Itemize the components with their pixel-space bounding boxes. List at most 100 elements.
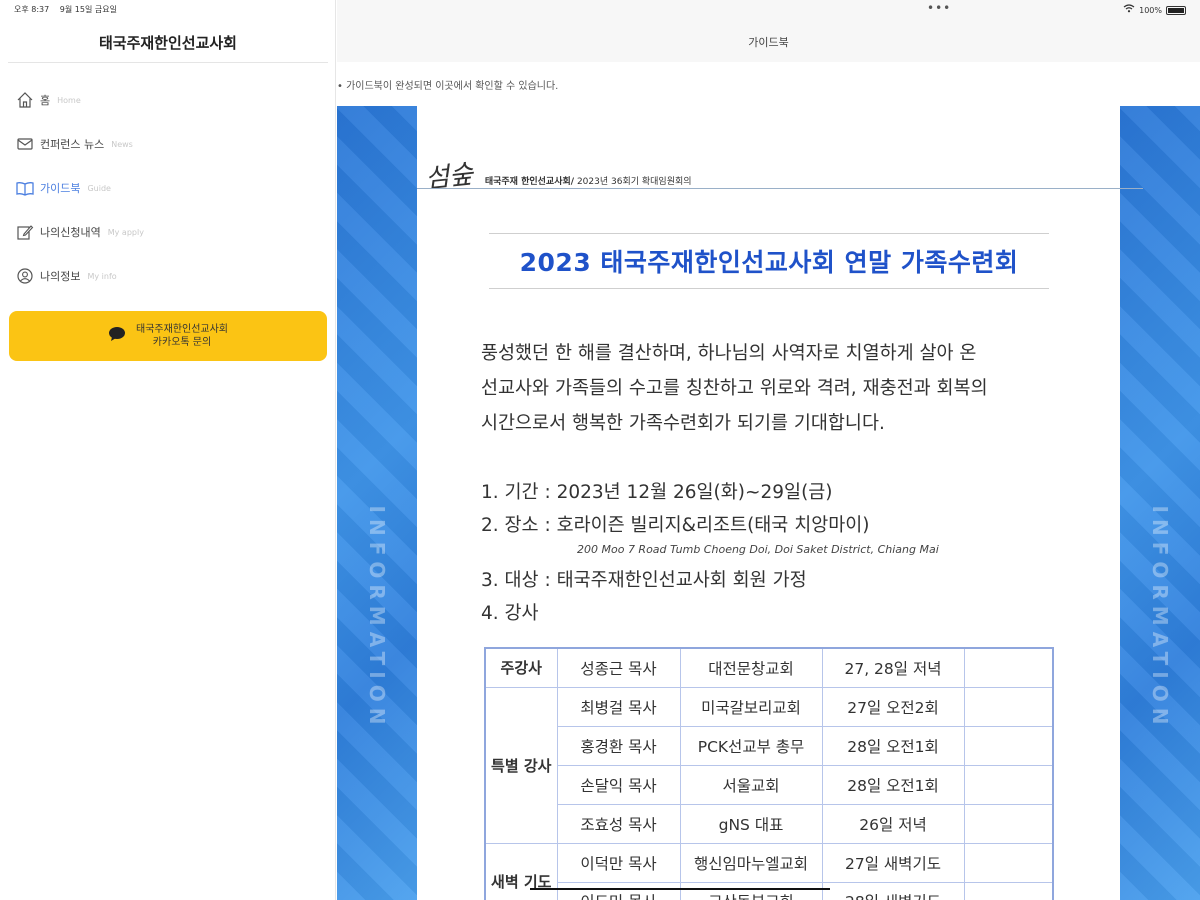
empty-cell <box>963 764 1054 805</box>
empty-cell <box>963 881 1054 900</box>
speaker-time: 27일 새벽기도 <box>821 842 965 883</box>
sidebar-item-label: 나의정보 <box>40 270 81 283</box>
speaker-name: 이도민 목사 <box>556 881 681 900</box>
wifi-icon <box>1123 4 1135 16</box>
speaker-name: 조효성 목사 <box>556 803 681 844</box>
intro-line: 시간으로서 행복한 가족수련회가 되기를 기대합니다. <box>481 413 885 434</box>
battery-percent: 100% <box>1139 5 1162 15</box>
header-divider <box>417 188 1143 189</box>
info-speakers: 4. 강사 <box>481 603 539 624</box>
info-target: 3. 대상 : 태국주재한인선교사회 회원 가정 <box>481 570 807 591</box>
speaker-name: 홍경환 목사 <box>556 725 681 766</box>
sidebar-item-sublabel: My info <box>87 271 117 281</box>
table-row: 홍경환 목사 PCK선교부 총무 28일 오전1회 <box>485 725 1054 766</box>
org-name: 태국주재 한인선교사회/ <box>484 177 575 187</box>
table-row: 새벽 기도 이덕만 목사 행신임마누엘교회 27일 새벽기도 <box>484 842 1054 900</box>
status-bar-left: 오후 8:37 9월 15일 금요일 <box>14 4 125 15</box>
speaker-church: 교산동부교회 <box>679 881 823 900</box>
intro-line: 선교사와 가족들의 수고를 칭찬하고 위로와 격려, 재충전과 회복의 <box>481 378 988 399</box>
side-information-text: INFORMATION <box>365 505 389 731</box>
speaker-name: 손달익 목사 <box>556 764 681 805</box>
home-icon <box>14 89 36 111</box>
speaker-name: 성종근 목사 <box>556 647 681 688</box>
speaker-table: 주강사 성종근 목사 대전문창교회 27, 28일 저녁 특별 강사 최병걸 목… <box>484 647 1054 900</box>
speaker-church: 대전문창교회 <box>679 647 823 688</box>
sidebar-item-label: 가이드북 <box>40 182 81 195</box>
sidebar: 오후 8:37 9월 15일 금요일 태국주재한인선교사회 홈 Home 컨퍼런… <box>0 0 336 900</box>
user-icon <box>14 265 36 287</box>
empty-cell <box>963 842 1054 883</box>
right-decor-band: INFORMATION <box>1120 106 1200 900</box>
sidebar-item-news[interactable]: 컨퍼런스 뉴스 News <box>14 122 324 166</box>
speaker-time: 26일 저녁 <box>821 803 965 844</box>
empty-cell <box>963 686 1054 727</box>
info-period: 1. 기간 : 2023년 12월 26일(화)~29일(금) <box>481 482 833 503</box>
status-bar-right: 100% <box>1123 4 1186 16</box>
speaker-church: gNS 대표 <box>679 803 823 844</box>
app-window: 오후 8:37 9월 15일 금요일 태국주재한인선교사회 홈 Home 컨퍼런… <box>0 0 1200 900</box>
speaker-name: 이덕만 목사 <box>556 842 681 883</box>
band-pattern <box>1120 106 1200 900</box>
category-special: 특별 강사 <box>484 686 558 844</box>
status-date: 9월 15일 금요일 <box>59 5 117 14</box>
sidebar-item-sublabel: My apply <box>107 227 144 237</box>
mail-icon <box>14 133 36 155</box>
guide-notice: • 가이드북이 완성되면 이곳에서 확인할 수 있습니다. <box>337 81 559 92</box>
chat-bubble-icon <box>108 326 126 346</box>
left-decor-band: INFORMATION <box>337 106 417 900</box>
battery-icon <box>1166 5 1186 15</box>
speaker-time: 27, 28일 저녁 <box>821 647 965 688</box>
table-row: 조효성 목사 gNS 대표 26일 저녁 <box>485 803 1054 844</box>
band-pattern <box>337 106 417 900</box>
category-main: 주강사 <box>484 647 558 688</box>
table-row: 주강사 성종근 목사 대전문창교회 27, 28일 저녁 <box>484 647 1054 688</box>
kakao-line2: 카카오톡 문의 <box>152 337 212 348</box>
sidebar-item-guide[interactable]: 가이드북 Guide <box>14 166 324 210</box>
brand-logo: 섬숲 <box>423 159 475 195</box>
main-content: ••• 100% 가이드북 • 가이드북이 완성되면 이곳에서 확인할 수 있습… <box>337 0 1200 900</box>
speaker-time: 28일 오전1회 <box>821 725 965 766</box>
guide-page: 섬숲 태국주재 한인선교사회/ 2023년 36회기 확대임원회의 2023 태… <box>417 106 1143 900</box>
guide-intro: 풍성했던 한 해를 결산하며, 하나님의 사역자로 치열하게 살아 온 선교사와… <box>481 336 1061 441</box>
speaker-time: 28일 새벽기도 <box>821 881 965 900</box>
sidebar-item-label: 컨퍼런스 뉴스 <box>40 138 105 151</box>
category-dawn: 새벽 기도 <box>484 842 558 900</box>
speaker-church: PCK선교부 총무 <box>679 725 823 766</box>
sidebar-item-my-info[interactable]: 나의정보 My info <box>14 254 324 298</box>
guide-title-box: 2023 태국주재한인선교사회 연말 가족수련회 <box>489 233 1049 289</box>
speaker-church: 미국갈보리교회 <box>679 686 823 727</box>
empty-cell <box>963 803 1054 844</box>
sidebar-nav: 홈 Home 컨퍼런스 뉴스 News 가이드북 Guide 나의신청내역 My… <box>14 78 324 298</box>
intro-line: 풍성했던 한 해를 결산하며, 하나님의 사역자로 치열하게 살아 온 <box>481 343 977 364</box>
status-time: 오후 8:37 <box>14 5 50 14</box>
guide-org-line: 태국주재 한인선교사회/ 2023년 36회기 확대임원회의 <box>485 174 692 187</box>
kakao-button-label: 태국주재한인선교사회 카카오톡 문의 <box>136 323 228 349</box>
speaker-church: 행신임마누엘교회 <box>679 842 823 883</box>
scroll-indicator-line <box>530 888 830 890</box>
top-bar: ••• 100% 가이드북 <box>337 0 1200 62</box>
sidebar-item-my-apply[interactable]: 나의신청내역 My apply <box>14 210 324 254</box>
book-icon <box>14 177 36 199</box>
empty-cell <box>963 647 1054 688</box>
sidebar-divider <box>8 62 328 63</box>
speaker-time: 28일 오전1회 <box>821 764 965 805</box>
speaker-time: 27일 오전2회 <box>821 686 965 727</box>
speaker-name: 최병걸 목사 <box>556 686 681 727</box>
org-meeting: 2023년 36회기 확대임원회의 <box>576 177 692 187</box>
sidebar-title: 태국주재한인선교사회 <box>98 34 237 52</box>
speaker-church: 서울교회 <box>679 764 823 805</box>
guide-title: 2023 태국주재한인선교사회 연말 가족수련회 <box>519 248 1019 277</box>
info-address: 200 Moo 7 Road Tumb Choeng Doi, Doi Sake… <box>577 543 939 556</box>
sidebar-item-sublabel: Home <box>57 95 81 105</box>
sidebar-item-sublabel: Guide <box>87 183 111 193</box>
guidebook-image: INFORMATION INFORMATION 섬숲 태국주재 한인선교사회/ … <box>337 106 1200 900</box>
event-info: 1. 기간 : 2023년 12월 26일(화)~29일(금) 2. 장소 : … <box>481 476 1081 630</box>
page-title: 가이드북 <box>748 36 789 49</box>
edit-icon <box>14 221 36 243</box>
multitask-dots[interactable]: ••• <box>927 1 951 15</box>
sidebar-item-home[interactable]: 홈 Home <box>14 78 324 122</box>
table-row: 이도민 목사 교산동부교회 28일 새벽기도 <box>485 881 1054 900</box>
side-information-text: INFORMATION <box>1148 505 1172 731</box>
kakao-inquiry-button[interactable]: 태국주재한인선교사회 카카오톡 문의 <box>9 311 327 361</box>
info-place: 2. 장소 : 호라이즌 빌리지&리조트(태국 치앙마이) <box>481 515 870 536</box>
